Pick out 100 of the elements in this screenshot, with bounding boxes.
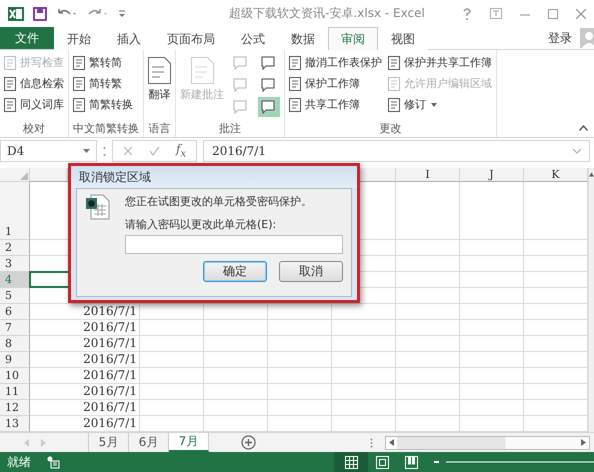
document-icon — [289, 76, 302, 90]
window-title: 超级下载软文资讯-安卓.xlsx - Excel — [228, 5, 426, 22]
document-icon — [148, 57, 171, 84]
page-layout-view-icon[interactable] — [376, 456, 389, 468]
table-cell-text: 2016/7/1 — [82, 384, 138, 400]
add-sheet-icon[interactable] — [241, 435, 256, 450]
ribbon-group-label: 批注 — [218, 121, 242, 137]
ok-button[interactable]: 确定 — [203, 261, 267, 282]
cancel-icon[interactable] — [123, 146, 133, 156]
spreadsheet-logo-icon — [8, 6, 24, 22]
customize-toolbar-icon[interactable] — [118, 8, 126, 18]
triangle-icon — [20, 172, 28, 180]
ribbon-group-label: 更改 — [378, 121, 402, 137]
table-cell-text: 2016/7/1 — [82, 368, 138, 384]
close-icon[interactable] — [576, 8, 586, 18]
row-header[interactable]: 5 — [0, 288, 30, 304]
previous-sheet-icon[interactable] — [24, 438, 29, 446]
caret-icon — [431, 102, 437, 106]
ribbon-button[interactable]: 保护并共享工作簿 — [388, 53, 492, 72]
select-all-corner[interactable] — [0, 168, 30, 182]
row-header[interactable]: 3 — [0, 256, 30, 272]
row-header[interactable]: 4 — [0, 272, 30, 288]
row-header[interactable]: 13 — [0, 416, 30, 432]
view-button[interactable] — [334, 452, 368, 472]
dropdown-icon[interactable] — [83, 149, 90, 153]
ribbon-group-label: 中文简繁转换 — [73, 121, 139, 137]
ribbon-button[interactable]: 保护工作簿 — [289, 74, 382, 93]
document-icon — [73, 56, 86, 70]
more-options-icon[interactable] — [103, 146, 106, 156]
maximize-icon[interactable] — [548, 8, 558, 18]
file-tab[interactable]: 文件 — [0, 27, 54, 49]
horizontal-scrollbar[interactable] — [385, 436, 590, 450]
comment-icon[interactable] — [258, 97, 280, 117]
table-cell-text: 2016/7/1 — [82, 400, 138, 416]
row-header[interactable]: 1 — [0, 182, 30, 240]
scroll-right-icon[interactable] — [581, 439, 586, 446]
document-icon — [73, 98, 86, 112]
sign-in-link[interactable]: 登录 — [540, 27, 580, 49]
more-options-icon[interactable] — [370, 438, 373, 448]
row-header[interactable]: 11 — [0, 384, 30, 400]
ribbon-button[interactable]: 共享工作簿 — [289, 95, 382, 114]
ribbon-button[interactable]: 同义词库 — [4, 95, 64, 114]
row-header[interactable]: 8 — [0, 336, 30, 352]
ribbon-tab[interactable]: 审阅 — [328, 27, 378, 50]
ribbon-button[interactable]: 简转繁 — [73, 74, 133, 93]
column-header[interactable] — [360, 168, 396, 182]
name-box[interactable]: D4 — [0, 140, 97, 162]
row-header[interactable]: 7 — [0, 320, 30, 336]
document-icon — [289, 56, 302, 70]
column-header[interactable]: I — [396, 168, 460, 182]
row-header[interactable]: 6 — [0, 304, 30, 320]
row-header[interactable]: 12 — [0, 400, 30, 416]
ribbon-button[interactable]: 撤消工作表保护 — [289, 53, 382, 72]
table-cell-text: 2016/7/1 — [82, 304, 138, 320]
formula-field[interactable]: 2016/7/1 — [203, 140, 590, 162]
column-header[interactable]: K — [524, 168, 588, 182]
help-icon[interactable] — [462, 8, 472, 20]
sheet-tab[interactable]: 7月 — [169, 433, 209, 452]
status-text: 就绪 — [7, 454, 31, 470]
document-icon — [4, 76, 17, 90]
grid-icon — [344, 456, 358, 468]
ribbon-button[interactable]: 繁转简 — [73, 53, 133, 72]
password-label: 请输入密码以更改此单元格(E): — [125, 217, 278, 232]
document-icon — [388, 76, 401, 90]
save-icon[interactable] — [33, 6, 47, 20]
row-header[interactable]: 9 — [0, 352, 30, 368]
document-icon — [4, 98, 17, 112]
zoom-slider-icon[interactable] — [434, 459, 594, 465]
next-sheet-icon[interactable] — [41, 438, 46, 446]
ribbon-group-label: 校对 — [22, 121, 46, 137]
password-field[interactable] — [125, 235, 343, 254]
expand-icon[interactable] — [573, 148, 581, 154]
column-header[interactable] — [30, 168, 68, 182]
row-header[interactable]: 10 — [0, 368, 30, 384]
ribbon-group-label: 语言 — [148, 121, 171, 137]
collapse-ribbon-icon[interactable] — [579, 125, 588, 131]
vertical-scrollbar[interactable] — [588, 168, 594, 432]
dialog-message: 您正在试图更改的单元格受密码保护。 — [125, 194, 313, 209]
table-cell-text: 2016/7/1 — [82, 416, 138, 432]
table-cell-text: 2016/7/1 — [82, 336, 138, 352]
page-break-view-icon[interactable] — [405, 456, 418, 468]
insert-function-button[interactable]: f$_{x}$ — [176, 142, 186, 160]
ribbon-button[interactable]: 简繁转换 — [73, 95, 133, 114]
document-icon — [388, 98, 401, 112]
macro-recording-icon[interactable] — [47, 456, 60, 468]
locked-sheet-icon — [85, 194, 111, 220]
document-icon — [190, 57, 214, 84]
ribbon-button[interactable]: 信息检索 — [4, 74, 64, 93]
row-header[interactable]: 2 — [0, 240, 30, 256]
document-icon — [4, 56, 17, 70]
column-header[interactable]: J — [460, 168, 524, 182]
document-icon — [73, 76, 86, 90]
cancel-button[interactable]: 取消 — [279, 261, 343, 282]
check-icon[interactable] — [149, 146, 160, 156]
scroll-left-icon[interactable] — [389, 439, 394, 446]
ribbon-large-button[interactable]: 翻译 — [148, 53, 171, 102]
table-cell-text: 2016/7/1 — [82, 320, 138, 336]
ribbon-button[interactable]: 修订 — [388, 95, 492, 114]
ribbon-display-icon[interactable] — [490, 8, 502, 19]
scroll-up-icon[interactable] — [589, 172, 594, 177]
